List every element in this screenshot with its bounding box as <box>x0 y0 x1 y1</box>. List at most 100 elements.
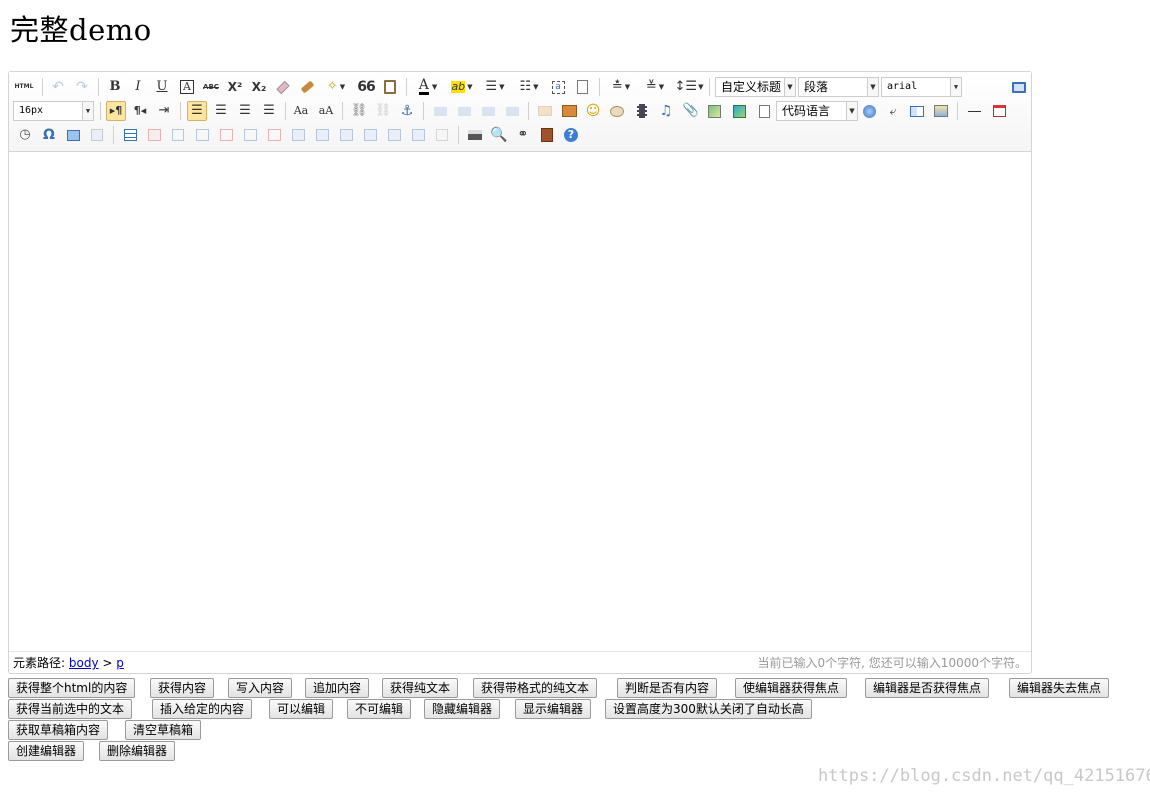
inserttable-button[interactable] <box>120 125 140 145</box>
pagebreak-button[interactable]: ⤶ <box>883 101 903 121</box>
print-button[interactable] <box>465 125 485 145</box>
emotion-button[interactable]: ☺ <box>583 101 603 121</box>
set-disabled-button[interactable]: 不可编辑 <box>347 699 412 719</box>
unlink-button[interactable]: ⛓ <box>373 101 393 121</box>
insertframe-button[interactable] <box>704 101 724 121</box>
underline-button[interactable]: U <box>152 77 172 97</box>
preview-button[interactable]: 🔍 <box>489 125 509 145</box>
imageright-button[interactable] <box>478 101 498 121</box>
hide-editor-button[interactable]: 隐藏编辑器 <box>424 699 501 719</box>
create-editor-button[interactable]: 创建编辑器 <box>8 741 85 761</box>
set-content-button[interactable]: 写入内容 <box>228 678 293 698</box>
link-button[interactable]: ⛓ <box>349 101 369 121</box>
music-button[interactable]: ♫ <box>656 101 676 121</box>
blockquote-button[interactable]: 66 <box>356 77 376 97</box>
splittocols-button[interactable] <box>408 125 428 145</box>
formatmatch-button[interactable] <box>273 77 293 97</box>
subscript-button[interactable]: X₂ <box>249 77 269 97</box>
deleterow-button[interactable] <box>216 125 236 145</box>
insertrow-button[interactable] <box>192 125 212 145</box>
forecolor-button[interactable]: A ▼ <box>413 77 443 97</box>
insertcol-button[interactable] <box>240 125 260 145</box>
deletecol-button[interactable] <box>264 125 284 145</box>
simpleupload-button[interactable] <box>535 101 555 121</box>
directionality-ltr-button[interactable]: ▸¶ <box>106 101 126 121</box>
get-draft-button[interactable]: 获取草稿箱内容 <box>8 720 109 740</box>
mergecells-button[interactable] <box>288 125 308 145</box>
rowspacingtop-button[interactable]: ≛ ▼ <box>606 77 636 97</box>
imagecenter-button[interactable] <box>502 101 522 121</box>
backcolor-button[interactable]: ab ▼ <box>447 77 477 97</box>
delete-editor-button[interactable]: 删除编辑器 <box>99 741 176 761</box>
spechars-button[interactable]: Ω <box>39 125 59 145</box>
splittorows-button[interactable] <box>384 125 404 145</box>
searchreplace-button[interactable]: ⚭ <box>513 125 533 145</box>
show-editor-button[interactable]: 显示编辑器 <box>515 699 592 719</box>
get-selected-text-button[interactable]: 获得当前选中的文本 <box>8 699 133 719</box>
insert-given-content-button[interactable]: 插入给定的内容 <box>152 699 253 719</box>
cleardoc-button[interactable] <box>572 77 592 97</box>
undo-button[interactable]: ↶ <box>48 77 68 97</box>
editor-content-area[interactable] <box>9 152 1031 652</box>
indent-button[interactable]: ⇥ <box>154 101 174 121</box>
fontfamily-select[interactable]: arial ▼ <box>881 77 962 97</box>
charts-button[interactable] <box>432 125 452 145</box>
date-button[interactable] <box>989 101 1009 121</box>
set-focus-button[interactable]: 使编辑器获得焦点 <box>735 678 848 698</box>
unorderedlist-button[interactable]: ☷ ▼ <box>514 77 544 97</box>
lineheight-button[interactable]: ↕☰ ▼ <box>674 77 704 97</box>
customstyle-select[interactable]: 自定义标题 ▼ <box>715 77 796 97</box>
set-blur-button[interactable]: 编辑器失去焦点 <box>1009 678 1110 698</box>
time-button[interactable]: ◷ <box>15 125 35 145</box>
background-button[interactable] <box>931 101 951 121</box>
fontsize-select[interactable]: 16px ▼ <box>13 101 94 121</box>
justifyjustify-button[interactable]: ☰ <box>259 101 279 121</box>
justifycenter-button[interactable]: ☰ <box>211 101 231 121</box>
fullscreen-button[interactable] <box>1009 77 1029 97</box>
superscript-button[interactable]: X² <box>225 77 245 97</box>
insertparagraphbeforetable-button[interactable] <box>168 125 188 145</box>
fontborder-button[interactable]: A <box>177 77 197 97</box>
selectall-button[interactable]: a <box>548 77 568 97</box>
imageleft-button[interactable] <box>454 101 474 121</box>
html-source-button[interactable]: HTML <box>14 77 34 97</box>
horizontal-button[interactable] <box>964 101 984 121</box>
insertvideo-button[interactable] <box>632 101 652 121</box>
pasteplain-button[interactable] <box>380 77 400 97</box>
removeformat-button[interactable] <box>297 77 317 97</box>
wordimage2-button[interactable] <box>87 125 107 145</box>
insertcode-icon-button[interactable] <box>754 101 774 121</box>
get-plain-text-button[interactable]: 获得纯文本 <box>382 678 459 698</box>
drafts-button[interactable] <box>537 125 557 145</box>
mergeright-button[interactable] <box>312 125 332 145</box>
get-all-html-button[interactable]: 获得整个html的内容 <box>8 678 136 698</box>
set-enabled-button[interactable]: 可以编辑 <box>269 699 334 719</box>
snapscreen-button[interactable] <box>63 125 83 145</box>
set-height-button[interactable]: 设置高度为300默认关闭了自动长高 <box>605 699 812 719</box>
rowspacingbottom-button[interactable]: ≚ ▼ <box>640 77 670 97</box>
element-path-body-link[interactable]: body <box>69 656 99 670</box>
strikethrough-button[interactable]: ABC <box>201 77 221 97</box>
wordimage-button[interactable] <box>729 101 749 121</box>
redo-button[interactable]: ↷ <box>72 77 92 97</box>
italic-button[interactable]: I <box>128 77 148 97</box>
justifyright-button[interactable]: ☰ <box>235 101 255 121</box>
attachment-button[interactable]: 📎 <box>681 101 701 121</box>
get-formatted-plain-text-button[interactable]: 获得带格式的纯文本 <box>473 678 598 698</box>
help-button[interactable]: ? <box>561 125 581 145</box>
directionality-rtl-button[interactable]: ¶◂ <box>130 101 150 121</box>
anchor-button[interactable]: ⚓ <box>397 101 417 121</box>
bold-button[interactable]: B <box>105 77 125 97</box>
deletetable-button[interactable] <box>144 125 164 145</box>
orderedlist-button[interactable]: ☰ ▼ <box>480 77 510 97</box>
touppercase-button[interactable]: Aa <box>291 101 311 121</box>
mergedown-button[interactable] <box>336 125 356 145</box>
splittocells-button[interactable] <box>360 125 380 145</box>
paragraph-select[interactable]: 段落 ▼ <box>798 77 879 97</box>
insertimage-button[interactable] <box>559 101 579 121</box>
clear-draft-button[interactable]: 清空草稿箱 <box>125 720 202 740</box>
element-path-p-link[interactable]: p <box>116 656 124 670</box>
webapp-button[interactable] <box>859 101 879 121</box>
insertcode-select[interactable]: 代码语言 ▼ <box>776 101 858 121</box>
imagenone-button[interactable] <box>430 101 450 121</box>
